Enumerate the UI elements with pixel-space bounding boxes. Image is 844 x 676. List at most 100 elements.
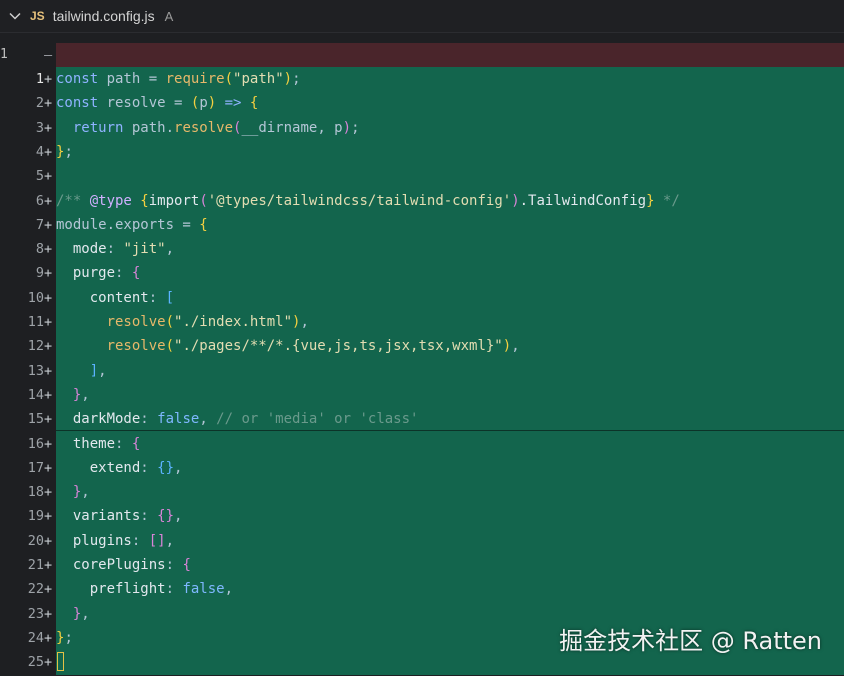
- code-line[interactable]: 11 + resolve("./index.html"),: [0, 310, 844, 334]
- deleted-line-gutter: 1 –: [0, 43, 56, 67]
- code-text: extend: {},: [56, 459, 183, 476]
- code-line[interactable]: 4 +};: [0, 140, 844, 164]
- code-line[interactable]: 5 +: [0, 164, 844, 188]
- editor-tab[interactable]: JS tailwind.config.js A: [0, 0, 844, 33]
- added-line-marker: +: [44, 532, 53, 549]
- code-text: purge: {: [56, 265, 141, 282]
- line-number: 16: [27, 435, 44, 452]
- git-status-badge: A: [164, 8, 174, 24]
- deleted-line-highlight: [56, 43, 844, 67]
- code-text: plugins: [],: [56, 532, 175, 549]
- code-text: module.exports = {: [56, 216, 208, 233]
- code-text: content: [: [56, 289, 175, 306]
- line-number: 1: [35, 71, 44, 87]
- line-number: 14: [27, 386, 44, 403]
- javascript-file-icon: JS: [30, 9, 45, 23]
- added-line-marker: +: [44, 508, 53, 525]
- line-number: 13: [27, 362, 44, 379]
- code-line[interactable]: 15 + darkMode: false, // or 'media' or 'c…: [0, 407, 844, 431]
- deleted-line-marker: –: [44, 47, 53, 63]
- code-text: corePlugins: {: [56, 557, 191, 573]
- added-line-marker: +: [44, 338, 53, 355]
- line-number: 25: [27, 654, 44, 671]
- added-line-marker: +: [44, 289, 53, 306]
- line-number: 15: [27, 411, 44, 428]
- code-line[interactable]: 6 +/** @type {import('@types/tailwindcss/…: [0, 189, 844, 213]
- code-line[interactable]: 16 + theme: {: [0, 432, 844, 456]
- code-text: mode: "jit",: [56, 241, 175, 258]
- code-line[interactable]: 17 + extend: {},: [0, 456, 844, 480]
- code-text: resolve("./index.html"),: [56, 314, 309, 330]
- added-line-marker: +: [44, 386, 53, 403]
- line-number: 18: [27, 484, 44, 501]
- added-line-marker: +: [44, 484, 53, 501]
- added-line-marker: +: [44, 557, 53, 573]
- added-line-marker: +: [44, 629, 53, 646]
- line-number: 17: [27, 459, 44, 476]
- code-line[interactable]: 8 + mode: "jit",: [0, 237, 844, 261]
- code-line[interactable]: 22 + preflight: false,: [0, 577, 844, 601]
- code-text: variants: {},: [56, 508, 183, 525]
- added-line-marker: +: [44, 459, 53, 476]
- line-number: 23: [27, 605, 44, 622]
- code-text: ],: [56, 362, 107, 379]
- chevron-down-icon[interactable]: [8, 9, 22, 23]
- line-number: 4: [35, 143, 44, 160]
- code-text: },: [56, 605, 90, 622]
- line-number: 7: [35, 216, 44, 233]
- line-number: 19: [27, 508, 44, 525]
- line-number: 22: [27, 581, 44, 598]
- added-line-marker: +: [44, 143, 53, 160]
- code-line[interactable]: 13 + ],: [0, 359, 844, 383]
- code-line[interactable]: 7 + module.exports = {: [0, 213, 844, 237]
- code-line[interactable]: 10 + content: [: [0, 286, 844, 310]
- code-line[interactable]: 14 + },: [0, 383, 844, 407]
- code-line[interactable]: 3 + return path.resolve(__dirname, p);: [0, 116, 844, 140]
- added-line-marker: +: [44, 192, 53, 209]
- code-line[interactable]: 18 + },: [0, 480, 844, 504]
- added-line-marker: +: [44, 435, 53, 452]
- original-line-number: 1: [0, 47, 8, 62]
- line-number: 24: [27, 629, 44, 646]
- added-line-marker: +: [44, 411, 53, 428]
- watermark: 掘金技术社区 @ Ratten: [559, 627, 822, 655]
- line-number: 10: [27, 289, 44, 306]
- line-number: 9: [35, 265, 44, 282]
- line-number: 2: [35, 95, 44, 112]
- added-line-marker: +: [44, 605, 53, 622]
- line-number: 5: [35, 168, 44, 185]
- added-line-marker: +: [44, 314, 53, 330]
- added-line-marker: +: [44, 119, 53, 136]
- code-line[interactable]: 9 + purge: {: [0, 261, 844, 285]
- diff-editor[interactable]: 1 – 1 + const path = require("path"); 2 + con…: [0, 33, 844, 676]
- line-number: 11: [27, 314, 44, 330]
- code-text: theme: {: [56, 435, 141, 452]
- code-text: resolve("./pages/**/*.{vue,js,ts,jsx,tsx…: [56, 338, 520, 355]
- code-line[interactable]: 12 + resolve("./pages/**/*.{vue,js,ts,jsx…: [0, 334, 844, 358]
- code-text: preflight: false,: [56, 581, 234, 598]
- added-line-marker: +: [44, 581, 53, 598]
- line-number: 20: [27, 532, 44, 549]
- line-number: 8: [35, 241, 44, 258]
- line-number: 3: [35, 119, 44, 136]
- code-text: /** @type {import('@types/tailwindcss/ta…: [56, 192, 680, 209]
- code-line[interactable]: 19 + variants: {},: [0, 504, 844, 528]
- code-text: darkMode: false, // or 'media' or 'class…: [56, 411, 419, 428]
- code-line[interactable]: 2 + const resolve = (p) => {: [0, 91, 844, 115]
- code-line[interactable]: 1 + const path = require("path");: [0, 67, 844, 91]
- code-line[interactable]: 20 + plugins: [],: [0, 529, 844, 553]
- code-text: return path.resolve(__dirname, p);: [56, 119, 360, 136]
- code-text: },: [56, 484, 90, 501]
- added-line-marker: +: [44, 241, 53, 258]
- added-line-marker: +: [44, 362, 53, 379]
- line-number: 6: [35, 192, 44, 209]
- text-cursor: [57, 652, 64, 672]
- tab-file-name[interactable]: tailwind.config.js: [53, 8, 155, 24]
- code-text: },: [56, 386, 90, 403]
- line-number: 21: [27, 557, 44, 573]
- code-text: };: [56, 629, 73, 646]
- code-line[interactable]: 21 + corePlugins: {: [0, 553, 844, 577]
- added-line-marker: +: [44, 216, 53, 233]
- added-line-marker: +: [44, 95, 53, 112]
- line-number: 12: [27, 338, 44, 355]
